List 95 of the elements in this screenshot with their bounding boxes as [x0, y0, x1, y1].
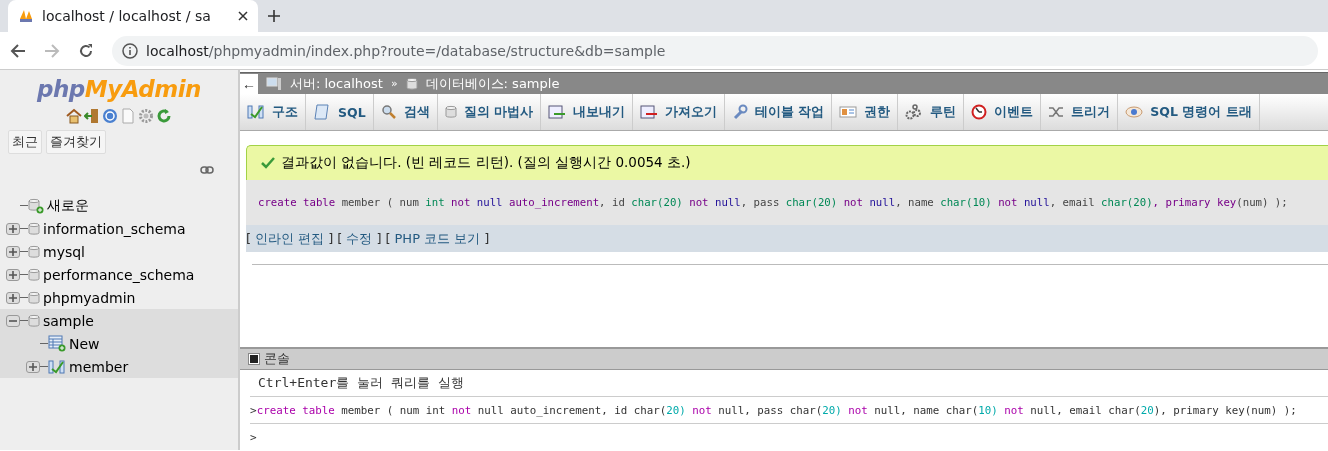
export-icon — [547, 105, 566, 119]
menu-tab[interactable]: 루틴 — [898, 94, 965, 130]
home-icon[interactable] — [66, 108, 82, 124]
shuffle-icon — [1048, 106, 1065, 118]
console-icon — [248, 353, 260, 365]
menu-tab[interactable]: 내보내기 — [540, 94, 633, 130]
expand-icon[interactable] — [6, 222, 20, 235]
settings-icon[interactable] — [138, 108, 154, 124]
new-tab-icon[interactable] — [268, 10, 280, 22]
menu-tab[interactable]: 가져오기 — [632, 94, 725, 130]
database-icon — [28, 290, 40, 305]
search-icon — [380, 104, 397, 120]
query-action-link[interactable]: 인라인 편집 — [255, 229, 325, 248]
message-text: 결과값이 없습니다. (빈 레코드 리턴). (질의 실행시간 0.0054 초.) — [281, 154, 691, 172]
database-icon — [28, 313, 40, 328]
table-name[interactable]: New — [69, 335, 100, 352]
logout-icon[interactable] — [84, 108, 100, 124]
menu-tab[interactable]: 구조 — [240, 94, 306, 130]
bracket: ] — [328, 231, 334, 246]
pma-favicon — [18, 8, 34, 24]
back-icon[interactable] — [10, 42, 26, 59]
query-action-link[interactable]: 수정 — [346, 229, 373, 248]
import-icon — [639, 105, 658, 119]
url-text: localhost/phpmyadmin/index.php?route=/database/structure&db=sample — [146, 42, 666, 59]
database-name[interactable]: 새로운 — [47, 196, 89, 215]
close-icon[interactable] — [238, 11, 248, 21]
wrench-icon — [731, 104, 748, 120]
prompt: > — [250, 430, 257, 444]
database-name[interactable]: sample — [43, 312, 94, 329]
bracket: [ — [337, 231, 343, 246]
sidebar-tab-button[interactable]: 최근 — [8, 130, 42, 154]
expand-icon[interactable] — [6, 291, 20, 304]
menu-tab[interactable]: 트리거 — [1041, 94, 1119, 130]
tree-row[interactable]: sample — [0, 309, 238, 332]
table-structure-icon — [48, 358, 66, 375]
database-name[interactable]: information_schema — [43, 220, 186, 237]
link-icon[interactable] — [200, 166, 214, 174]
back-button[interactable]: ← — [240, 73, 258, 94]
database-link[interactable]: 데이터베이스: sample — [425, 74, 560, 93]
menu-tab[interactable]: 이벤트 — [964, 94, 1042, 130]
console-input[interactable]: > — [250, 424, 1328, 450]
menu-tab[interactable]: SQL — [306, 94, 374, 130]
prompt: > — [250, 403, 257, 417]
database-name[interactable]: mysql — [43, 243, 85, 260]
console-title: 콘솔 — [264, 350, 290, 368]
bracket: [ — [246, 231, 252, 246]
expand-icon[interactable] — [6, 245, 20, 258]
tab-title: localhost / localhost / sa — [42, 8, 212, 24]
bracket: ] — [376, 231, 382, 246]
database-icon — [28, 267, 40, 282]
table-structure-icon — [247, 104, 265, 120]
reload-icon[interactable] — [156, 108, 172, 124]
menu-tab[interactable]: 테이블 작업 — [724, 94, 833, 130]
console-hint: Ctrl+Enter를 눌러 쿼리를 실행 — [250, 370, 1328, 397]
sql-document-icon — [313, 103, 331, 121]
sidebar-tab-button[interactable]: 즐겨찾기 — [46, 130, 106, 154]
database-icon — [28, 221, 40, 236]
tree-row[interactable]: mysql — [0, 240, 238, 263]
query-action-link[interactable]: PHP 코드 보기 — [394, 229, 481, 248]
checkmark-icon — [261, 157, 275, 169]
database-name[interactable]: phpmyadmin — [43, 289, 136, 306]
reload-icon[interactable] — [78, 42, 94, 59]
info-icon — [122, 42, 138, 59]
database-icon — [444, 105, 457, 119]
expand-icon[interactable] — [26, 360, 40, 373]
id-card-icon — [839, 106, 858, 118]
menu-tab[interactable]: 질의 마법사 — [437, 94, 541, 130]
sql-query: create table member ( num int not null auto_increment, id char(20) not null, pass char(20) not null, name char(10) not null, email char(20), primary key(num) ); — [258, 196, 1288, 209]
bracket: [ — [385, 231, 391, 246]
phpmyadmin-logo[interactable]: phpMyAdmin — [37, 76, 201, 102]
tree-row[interactable]: phpmyadmin — [0, 286, 238, 309]
console-query[interactable]: create table member ( num int not null auto_increment, id char(20) not null, pass char(20) not null, name char(10) not null, email char(20), primary key(num) ); — [256, 403, 1297, 417]
breadcrumb-separator: » — [390, 77, 398, 90]
browser-tab[interactable]: localhost / localhost / sa — [8, 0, 258, 32]
server-icon — [266, 76, 282, 91]
bracket: ] — [484, 231, 490, 246]
menu-tab[interactable]: 검색 — [373, 94, 438, 130]
database-name[interactable]: performance_schema — [43, 266, 195, 283]
new-table-icon — [48, 335, 66, 352]
server-link[interactable]: 서버: localhost — [290, 74, 383, 93]
tree-row[interactable]: information_schema — [0, 217, 238, 240]
address-bar[interactable]: localhost/phpmyadmin/index.php?route=/database/structure&db=sample — [112, 35, 1318, 66]
clock-icon — [971, 104, 988, 120]
new-database-icon — [28, 197, 44, 214]
menu-tab[interactable]: 권한 — [832, 94, 899, 130]
database-icon — [28, 244, 40, 259]
expand-icon[interactable] — [6, 268, 20, 281]
tree-row[interactable]: performance_schema — [0, 263, 238, 286]
table-name[interactable]: member — [69, 358, 129, 375]
menu-tab[interactable]: SQL 명령어 트래 — [1118, 94, 1260, 130]
console-header[interactable]: 콘솔 — [240, 347, 1328, 370]
collapse-icon[interactable] — [6, 314, 20, 327]
eye-icon — [1125, 106, 1144, 118]
tree-row[interactable]: 새로운 — [0, 194, 238, 217]
database-icon — [405, 76, 418, 91]
